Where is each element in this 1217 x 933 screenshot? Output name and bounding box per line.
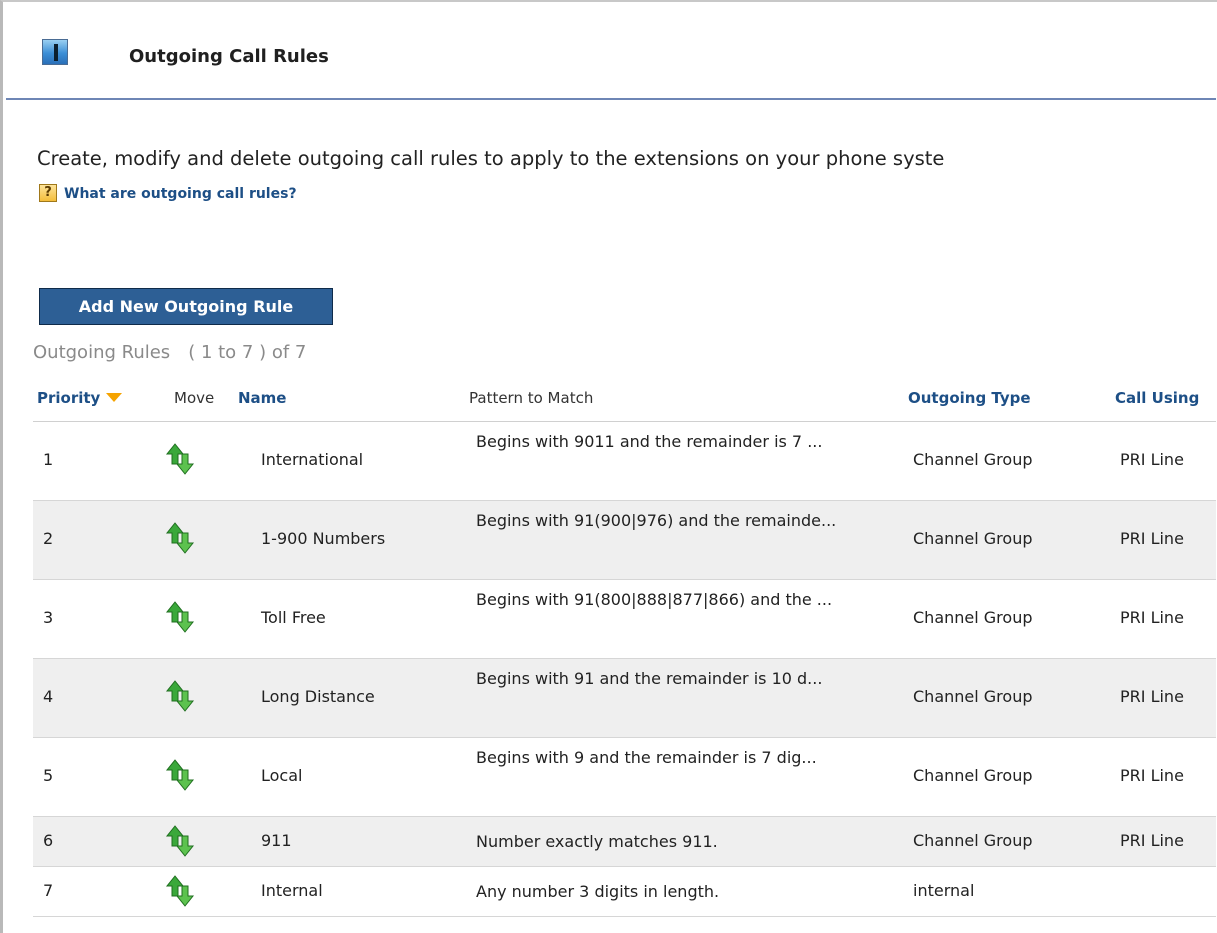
info-icon <box>42 39 68 65</box>
move-up-down-icon[interactable] <box>165 600 195 634</box>
cell-priority: 4 <box>43 687 54 706</box>
cell-call-using: PRI Line <box>1120 608 1184 627</box>
cell-outgoing-type: Channel Group <box>913 766 1033 785</box>
table-row[interactable]: 6 911 Number exactly matches 911. Channel G… <box>33 817 1216 867</box>
page-description: Create, modify and delete outgoing call … <box>37 147 945 170</box>
cell-name: Local <box>261 766 303 785</box>
table-row[interactable]: 1 International Begins with 9011 and the r… <box>33 422 1216 501</box>
move-up-down-icon[interactable] <box>165 824 195 858</box>
move-up-down-icon[interactable] <box>165 758 195 792</box>
cell-name: Long Distance <box>261 687 375 706</box>
cell-pattern: Begins with 9011 and the remainder is 7 … <box>476 432 823 451</box>
help-icon: ? <box>39 184 57 202</box>
table-row[interactable]: 7 Internal Any number 3 digits in length. i… <box>33 867 1216 917</box>
page-frame: Outgoing Call Rules Create, modify and d… <box>0 0 1217 933</box>
cell-outgoing-type: Channel Group <box>913 450 1033 469</box>
cell-priority: 7 <box>43 881 54 900</box>
cell-name: International <box>261 450 364 469</box>
cell-pattern: Begins with 9 and the remainder is 7 dig… <box>476 748 817 767</box>
column-header-priority[interactable]: Priority <box>37 389 124 407</box>
move-up-down-icon[interactable] <box>165 521 195 555</box>
sort-desc-icon <box>105 391 124 402</box>
column-header-outgoing-type[interactable]: Outgoing Type <box>908 389 1031 407</box>
column-header-call-using[interactable]: Call Using <box>1115 389 1199 407</box>
page-title: Outgoing Call Rules <box>129 46 329 67</box>
help-link[interactable]: What are outgoing call rules? <box>64 186 297 202</box>
column-header-move: Move <box>174 389 215 407</box>
cell-call-using: PRI Line <box>1120 529 1184 548</box>
table-header: Priority Move Name Pattern to Match Outg… <box>33 381 1216 422</box>
move-up-down-icon[interactable] <box>165 442 195 476</box>
move-up-down-icon[interactable] <box>165 679 195 713</box>
add-new-outgoing-rule-button[interactable]: Add New Outgoing Rule <box>39 288 333 325</box>
cell-pattern: Begins with 91(800|888|877|866) and the … <box>476 590 833 609</box>
rules-count: Outgoing Rules ( 1 to 7 ) of 7 <box>33 342 306 363</box>
cell-call-using: PRI Line <box>1120 687 1184 706</box>
table-row[interactable]: 2 1-900 Numbers Begins with 91(900|976) an… <box>33 501 1216 580</box>
cell-outgoing-type: Channel Group <box>913 687 1033 706</box>
cell-call-using: PRI Line <box>1120 766 1184 785</box>
cell-priority: 6 <box>43 831 54 850</box>
cell-priority: 2 <box>43 529 54 548</box>
cell-call-using: PRI Line <box>1120 831 1184 850</box>
table-body: 1 International Begins with 9011 and the r… <box>33 422 1216 917</box>
cell-call-using: PRI Line <box>1120 450 1184 469</box>
cell-outgoing-type: internal <box>913 881 975 900</box>
cell-outgoing-type: Channel Group <box>913 529 1033 548</box>
cell-outgoing-type: Channel Group <box>913 831 1033 850</box>
column-header-priority-label: Priority <box>37 389 101 407</box>
cell-priority: 3 <box>43 608 54 627</box>
cell-pattern: Begins with 91 and the remainder is 10 d… <box>476 669 823 688</box>
cell-name: 1-900 Numbers <box>261 529 386 548</box>
outgoing-rules-table: Priority Move Name Pattern to Match Outg… <box>33 381 1216 917</box>
page-header: Outgoing Call Rules <box>6 2 1216 100</box>
column-header-pattern: Pattern to Match <box>469 389 594 407</box>
cell-name: Toll Free <box>261 608 326 627</box>
table-row[interactable]: 5 Local Begins with 9 and the remainder is… <box>33 738 1216 817</box>
cell-name: Internal <box>261 881 323 900</box>
move-up-down-icon[interactable] <box>165 874 195 908</box>
cell-name: 911 <box>261 831 292 850</box>
rules-count-label: Outgoing Rules <box>33 342 171 363</box>
table-row[interactable]: 3 Toll Free Begins with 91(800|888|877|866… <box>33 580 1216 659</box>
cell-pattern: Begins with 91(900|976) and the remainde… <box>476 511 837 530</box>
cell-pattern: Number exactly matches 911. <box>476 832 718 851</box>
cell-outgoing-type: Channel Group <box>913 608 1033 627</box>
cell-pattern: Any number 3 digits in length. <box>476 882 720 901</box>
column-header-name[interactable]: Name <box>238 389 286 407</box>
rules-count-range: ( 1 to 7 ) of 7 <box>188 342 307 363</box>
cell-priority: 5 <box>43 766 54 785</box>
table-row[interactable]: 4 Long Distance Begins with 91 and the rem… <box>33 659 1216 738</box>
cell-priority: 1 <box>43 450 54 469</box>
